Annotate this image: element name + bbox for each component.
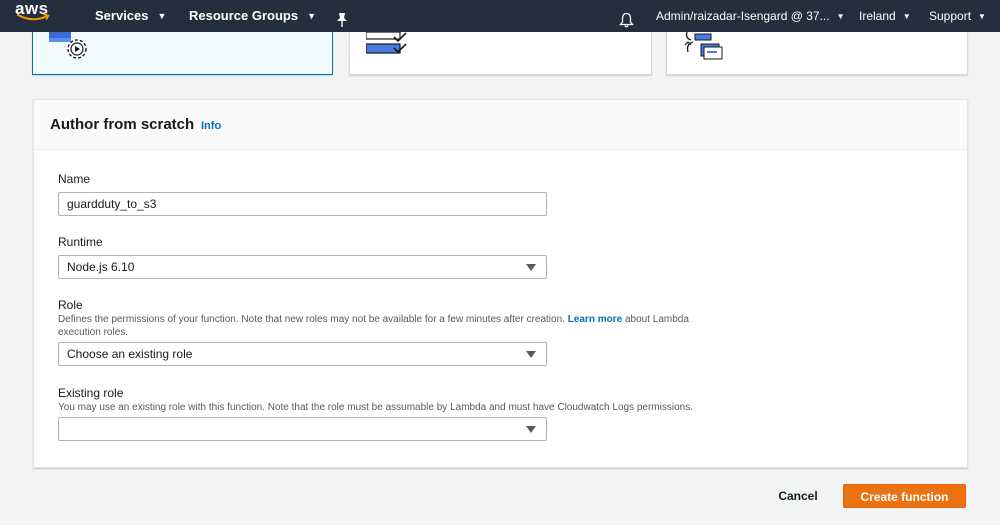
bell-icon[interactable]	[619, 8, 634, 28]
role-description: Defines the permissions of your function…	[58, 313, 718, 339]
dropdown-arrow-icon	[526, 264, 536, 271]
chevron-down-icon: ▼	[978, 12, 986, 21]
cancel-button[interactable]: Cancel	[770, 484, 826, 508]
runtime-selected-value: Node.js 6.10	[67, 260, 135, 274]
dropdown-arrow-icon	[526, 351, 536, 358]
account-menu[interactable]: Admin/raizadar-Isengard @ 37... ▼	[656, 0, 845, 32]
support-menu[interactable]: Support ▼	[929, 0, 986, 32]
info-link[interactable]: Info	[201, 120, 221, 132]
blueprints-card[interactable]	[349, 32, 652, 75]
role-selected-value: Choose an existing role	[67, 347, 193, 361]
support-label: Support	[929, 9, 972, 23]
runtime-select[interactable]: Node.js 6.10	[58, 255, 547, 279]
role-description-text: Defines the permissions of your function…	[58, 314, 568, 325]
region-label: Ireland	[859, 9, 896, 23]
region-menu[interactable]: Ireland ▼	[859, 0, 911, 32]
create-function-button[interactable]: Create function	[843, 484, 966, 508]
function-name-input[interactable]	[58, 192, 547, 216]
role-select[interactable]: Choose an existing role	[58, 342, 547, 366]
aws-logo[interactable]: aws	[15, 0, 53, 32]
existing-role-label: Existing role	[58, 386, 124, 400]
serverless-repository-card[interactable]	[666, 32, 968, 75]
services-label: Services	[95, 8, 149, 23]
resource-groups-menu[interactable]: Resource Groups ▼	[189, 0, 316, 32]
dropdown-arrow-icon	[526, 426, 536, 433]
panel-title: Author from scratch	[50, 116, 195, 133]
existing-role-select[interactable]	[58, 417, 547, 441]
checklist-icon	[366, 32, 407, 54]
resource-groups-label: Resource Groups	[189, 8, 299, 23]
role-label: Role	[58, 298, 83, 312]
gear-play-icon	[49, 32, 87, 59]
chevron-down-icon: ▼	[902, 12, 911, 21]
repository-icon	[684, 32, 723, 60]
panel-header: Author from scratch Info	[34, 100, 967, 150]
chevron-down-icon: ▼	[157, 11, 167, 21]
top-navigation-bar: aws Services ▼ Resource Groups ▼ Admin/rai…	[0, 0, 1000, 32]
account-label: Admin/raizadar-Isengard @ 37...	[656, 9, 830, 23]
name-label: Name	[58, 172, 91, 186]
existing-role-description: You may use an existing role with this f…	[58, 402, 693, 413]
chevron-down-icon: ▼	[836, 12, 845, 21]
aws-smile-icon	[17, 14, 50, 21]
services-menu[interactable]: Services ▼	[95, 0, 166, 32]
chevron-down-icon: ▼	[307, 11, 317, 21]
pin-icon[interactable]	[336, 8, 348, 27]
runtime-label: Runtime	[58, 235, 103, 249]
author-from-scratch-panel: Author from scratch Info Name Runtime No…	[33, 99, 968, 468]
author-from-scratch-card[interactable]	[32, 32, 333, 75]
learn-more-link[interactable]: Learn more	[568, 314, 622, 325]
